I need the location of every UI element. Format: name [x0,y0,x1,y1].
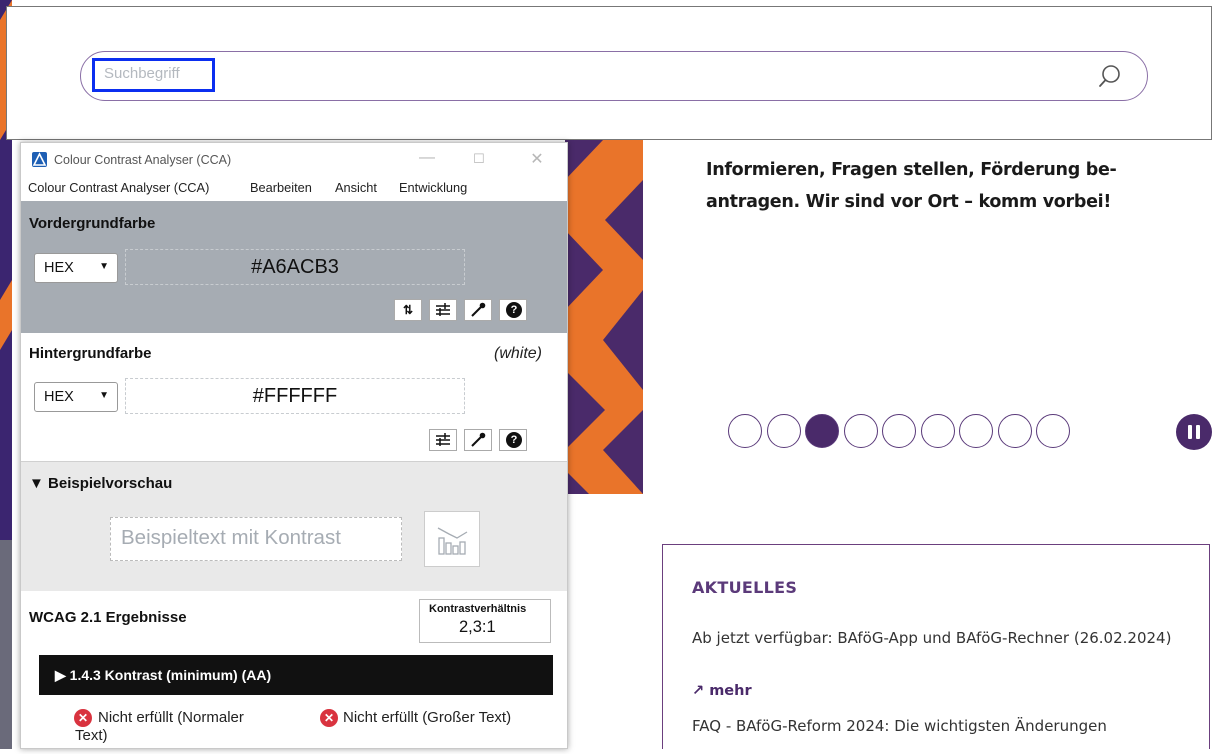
chevron-down-icon: ▼ [99,390,109,401]
sliders-icon[interactable] [429,429,457,451]
foreground-format-select[interactable]: HEX ▼ [34,253,118,283]
hero-text: Informieren, Fragen stellen, Förderung b… [706,160,1117,212]
maximize-button[interactable]: ☐ [469,151,489,167]
foreground-label: Vordergrundfarbe [29,215,156,232]
eyedropper-icon[interactable] [464,429,492,451]
foreground-panel: Vordergrundfarbe HEX ▼ #A6ACB3 ⇅ ? [21,201,567,333]
results-heading: WCAG 2.1 Ergebnisse [29,609,187,626]
window-title: Colour Contrast Analyser (CCA) [54,153,232,167]
background-hex-input[interactable]: #FFFFFF [125,378,465,414]
format-value: HEX [44,260,74,276]
title-bar[interactable]: Colour Contrast Analyser (CCA) — ☐ ✕ [21,143,567,177]
carousel-pause-button[interactable] [1176,414,1212,450]
swap-colors-icon[interactable]: ⇅ [394,299,422,321]
carousel-dot[interactable] [843,414,878,448]
news-title: AKTUELLES [692,578,798,597]
preview-toggle[interactable]: ▼ Beispielvorschau [29,475,172,492]
help-icon[interactable]: ? [499,299,527,321]
carousel-dot[interactable] [882,414,916,448]
menu-bar: Colour Contrast Analyser (CCA) Bearbeite… [21,177,567,201]
chevron-down-icon: ▼ [99,261,109,272]
background-panel: Hintergrundfarbe (white) HEX ▼ #FFFFFF ? [21,333,567,461]
search-input[interactable] [80,51,1148,101]
carousel-dot[interactable] [1036,414,1070,448]
carousel-dot[interactable] [766,414,801,448]
help-icon[interactable]: ? [499,429,527,451]
menu-view[interactable]: Ansicht [335,180,377,195]
background-color-name: (white) [494,345,543,362]
search-placeholder: Suchbegriff [104,65,180,82]
minimize-button[interactable]: — [417,149,437,167]
search-icon[interactable] [1097,63,1123,89]
carousel-dot[interactable] [728,414,762,448]
news-more-link[interactable]: ↗ mehr [692,683,752,699]
menu-develop[interactable]: Entwicklung [399,180,467,195]
background-format-select[interactable]: HEX ▼ [34,382,118,412]
background-label: Hintergrundfarbe [29,345,152,362]
cca-window: Colour Contrast Analyser (CCA) — ☐ ✕ Col… [20,142,568,749]
sliders-icon[interactable] [429,299,457,321]
close-button[interactable]: ✕ [527,149,547,169]
hero-pattern [565,140,643,494]
fail-icon: ✕ [320,709,338,727]
results-panel: WCAG 2.1 Ergebnisse Kontrastverhältnis 2… [21,591,567,748]
normal-text-result: Nicht erfüllt (Normaler Text) [75,709,244,744]
news-item-link[interactable]: Ab jetzt verfügbar: BAföG-App und BAföG-… [692,625,1172,651]
app-icon [32,152,47,167]
contrast-ratio-value: 2,3:1 [459,618,496,636]
preview-sample-text: Beispieltext mit Kontrast [121,526,341,549]
news-item-link[interactable]: FAQ - BAföG-Reform 2024: Die wichtigsten… [692,717,1192,735]
carousel-dot[interactable] [959,414,993,448]
pause-icon [1196,425,1200,439]
format-value: HEX [44,389,74,405]
foreground-hex-input[interactable]: #A6ACB3 [125,249,465,285]
carousel-dot[interactable] [805,414,839,448]
large-text-result: Nicht erfüllt (Großer Text) [343,709,512,726]
pause-icon [1188,425,1192,439]
menu-app[interactable]: Colour Contrast Analyser (CCA) [28,180,209,195]
preview-panel: ▼ Beispielvorschau Beispieltext mit Kont… [21,461,567,592]
chart-icon[interactable] [424,511,480,567]
criterion-label: ▶ 1.4.3 Kontrast (minimum) (AA) [55,667,272,683]
menu-edit[interactable]: Bearbeiten [250,180,312,195]
eyedropper-icon[interactable] [464,299,492,321]
carousel-dot[interactable] [997,414,1032,448]
contrast-ratio-label: Kontrastverhältnis [429,603,527,615]
carousel-dot[interactable] [920,414,955,448]
